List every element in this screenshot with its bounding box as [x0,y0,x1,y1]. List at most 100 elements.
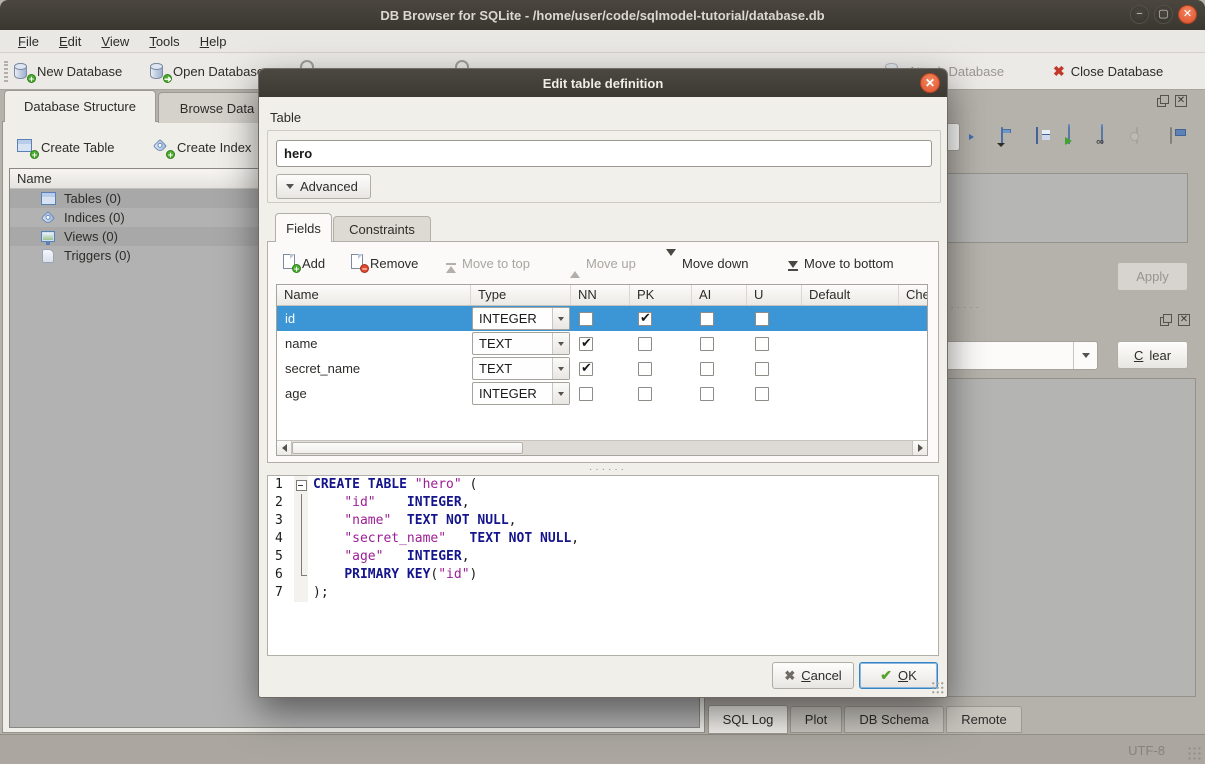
fold-marker-icon[interactable] [294,476,308,494]
column-header-name[interactable]: Name [277,285,471,305]
sql-preview-editor[interactable]: 1CREATE TABLE "hero" (2 "id" INTEGER,3 "… [267,475,939,656]
move-up-button[interactable]: Move up [570,250,636,276]
link-icon[interactable] [1099,128,1117,146]
dock-float-icon[interactable] [1157,95,1169,107]
dialog-close-icon[interactable]: ✕ [920,73,940,93]
type-combobox[interactable]: TEXT [472,357,570,380]
dialog-title-bar[interactable]: Edit table definition ✕ [259,69,947,97]
u-checkbox[interactable] [755,387,769,401]
pk-checkbox[interactable] [638,312,652,326]
type-combobox[interactable]: TEXT [472,332,570,355]
dialog-resize-grip[interactable] [931,681,944,694]
field-name-cell[interactable]: name [277,336,471,351]
field-name-cell[interactable]: id [277,311,471,326]
open-database-button[interactable]: ➜ Open Database [150,59,264,84]
menu-view[interactable]: View [91,32,139,51]
tab-plot[interactable]: Plot [790,706,842,733]
column-header-default[interactable]: Default [802,285,899,305]
nn-checkbox[interactable] [579,337,593,351]
tab-fields[interactable]: Fields [275,213,332,242]
table-name-input[interactable] [276,140,932,167]
column-header-nn[interactable]: NN [571,285,630,305]
column-header-type[interactable]: Type [471,285,571,305]
u-cell [747,381,802,406]
u-checkbox[interactable] [755,362,769,376]
horizontal-scrollbar[interactable] [277,440,927,455]
close-database-button[interactable]: ✖ Close Database [1053,59,1163,84]
column-header-check[interactable]: Check [899,285,928,305]
ok-button[interactable]: ✔OK [859,662,938,689]
column-header-ai[interactable]: AI [692,285,747,305]
chevron-down-icon [552,308,569,329]
menu-tools[interactable]: Tools [139,32,189,51]
dialog-splitter[interactable]: ······ [589,467,627,473]
dock-float-icon[interactable] [1160,314,1172,326]
tree-item-label: Views (0) [64,229,118,244]
pk-checkbox[interactable] [638,387,652,401]
indent-icon[interactable] [969,128,987,146]
tab-database-structure[interactable]: Database Structure [4,90,156,122]
table-row[interactable]: nameTEXT [277,331,927,356]
tab-sql-log[interactable]: SQL Log [708,705,788,734]
type-combobox[interactable]: INTEGER [472,382,570,405]
column-header-pk[interactable]: PK [630,285,692,305]
add-button[interactable]: +Add [282,250,325,276]
pk-checkbox[interactable] [638,337,652,351]
u-checkbox[interactable] [755,337,769,351]
create-table-button[interactable]: + Create Table [17,135,114,160]
column-header-u[interactable]: U [747,285,802,305]
dock-splitter[interactable]: ······ [944,305,982,311]
print-icon[interactable] [1168,128,1186,146]
tab-remote[interactable]: Remote [946,706,1022,733]
apply-button[interactable]: Apply [1117,262,1188,291]
ai-checkbox[interactable] [700,362,714,376]
save-file-icon[interactable] [1034,128,1052,146]
tab-db-schema[interactable]: DB Schema [844,706,944,733]
maximize-icon[interactable]: ▢ [1154,5,1173,24]
move-to-top-button[interactable]: Move to top [446,250,530,276]
ai-checkbox[interactable] [700,337,714,351]
dock-close-icon[interactable]: ✕ [1175,95,1187,107]
menu-file[interactable]: File [8,32,49,51]
execute-icon[interactable] [1066,128,1084,146]
cell-editor-area[interactable] [940,173,1188,243]
new-database-button[interactable]: + New Database [14,59,122,84]
menu-bar: FileEditViewToolsHelp [0,30,1205,53]
type-combobox[interactable]: INTEGER [472,307,570,330]
nn-checkbox[interactable] [579,312,593,326]
move-to-bottom-button[interactable]: Move to bottom [788,250,894,276]
table-row[interactable]: secret_nameTEXT [277,356,927,381]
log-filter-combobox[interactable] [930,341,1098,370]
remove-button[interactable]: −Remove [350,250,418,276]
advanced-button[interactable]: Advanced [276,174,371,199]
menu-edit[interactable]: Edit [49,32,91,51]
sql-log-area[interactable] [940,378,1196,697]
u-checkbox[interactable] [755,312,769,326]
minimize-icon[interactable]: − [1130,5,1149,24]
toolbar-drag-handle[interactable] [4,61,8,82]
ai-cell [692,331,747,356]
ai-checkbox[interactable] [700,312,714,326]
open-file-icon[interactable] [1001,128,1019,146]
window-resize-grip[interactable] [1187,746,1201,760]
ai-checkbox[interactable] [700,387,714,401]
clear-button[interactable]: Clear [1117,341,1188,369]
scrollbar-thumb[interactable] [292,442,523,454]
cancel-button[interactable]: ✖Cancel [772,662,854,689]
move-down-button[interactable]: Move down [666,250,748,276]
nn-checkbox[interactable] [579,362,593,376]
nn-checkbox[interactable] [579,387,593,401]
scroll-left-icon[interactable] [277,441,292,455]
window-close-icon[interactable]: ✕ [1178,5,1197,24]
create-index-button[interactable]: + Create Index [153,135,251,160]
field-name-cell[interactable]: secret_name [277,361,471,376]
dock-close-icon[interactable]: ✕ [1178,314,1190,326]
edit-table-definition-dialog: Edit table definition ✕ Table Advanced F… [258,68,948,698]
table-row[interactable]: ageINTEGER [277,381,927,406]
menu-help[interactable]: Help [190,32,237,51]
pk-checkbox[interactable] [638,362,652,376]
tab-constraints[interactable]: Constraints [333,216,431,242]
table-row[interactable]: idINTEGER [277,306,927,331]
scroll-right-icon[interactable] [912,441,927,455]
field-name-cell[interactable]: age [277,386,471,401]
